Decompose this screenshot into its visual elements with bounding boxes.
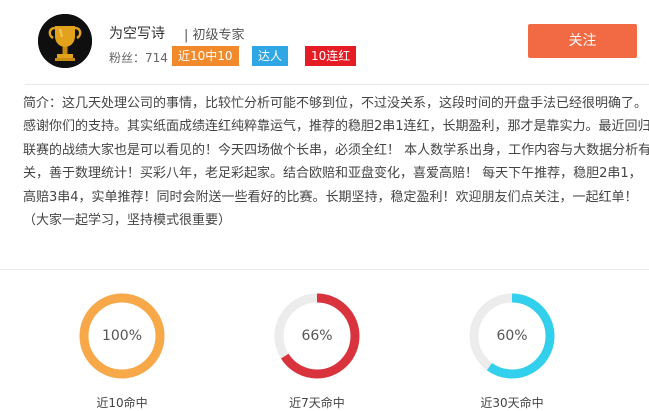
profile-header: 为空写诗 | 初级专家 粉丝：714 近10中10 达人 10连红 关注	[0, 0, 649, 84]
hit-rate-percent: 60%	[496, 328, 528, 344]
hit-rate-ring-7-days: 66%	[273, 292, 361, 380]
intro-line: 感谢你们的支持。其实纸面成绩连红纯粹靠运气，推荐的稳胆2串1连红，长期盈利，那才…	[23, 119, 649, 135]
intro-line: 联赛的战绩大家也是可以看见的！今天四场做个长串，必须全红！ 本人数学系出身，工作…	[23, 142, 649, 158]
hit-rate-ring-30-days: 60%	[468, 292, 556, 380]
hit-rate-ring-recent-10: 100%	[78, 292, 166, 380]
hit-rate-label: 近30天命中	[480, 396, 544, 410]
hit-rate-label: 近10命中	[96, 396, 148, 410]
follow-button[interactable]: 关注	[528, 24, 637, 58]
hit-rate-percent: 66%	[301, 328, 333, 344]
divider	[0, 269, 649, 270]
user-level: | 初级专家	[184, 28, 245, 43]
intro-line: 简介：这几天处理公司的事情，比较忙分析可能不够到位，不过没关系，这段时间的开盘手…	[23, 96, 648, 111]
badge-expert: 达人	[252, 46, 289, 66]
badge-streak: 10连红	[305, 46, 357, 66]
user-name[interactable]: 为空写诗	[109, 23, 165, 43]
intro-line: （大家一起学习，坚持模式很重要）	[23, 212, 232, 228]
profile-intro: 简介：这几天处理公司的事情，比较忙分析可能不够到位，不过没关系，这段时间的开盘手…	[23, 92, 649, 232]
hit-rate-label: 近7天命中	[289, 396, 345, 410]
divider	[25, 84, 649, 85]
intro-line: 高赔3串4，实单推荐！同时会附送一些看好的比赛。长期坚持，稳定盈利！欢迎朋友们点…	[23, 189, 638, 205]
hit-rate-percent: 100%	[101, 328, 143, 344]
fans-count: 粉丝：714	[109, 51, 168, 65]
avatar[interactable]	[38, 14, 92, 68]
trophy-icon	[38, 14, 92, 68]
intro-line: 关，善于数理统计！买彩八年，老足彩起家。结合欧赔和亚盘变化，喜爱高赔！ 每天下午…	[23, 166, 642, 182]
badge-recent-10: 近10中10	[172, 46, 239, 66]
